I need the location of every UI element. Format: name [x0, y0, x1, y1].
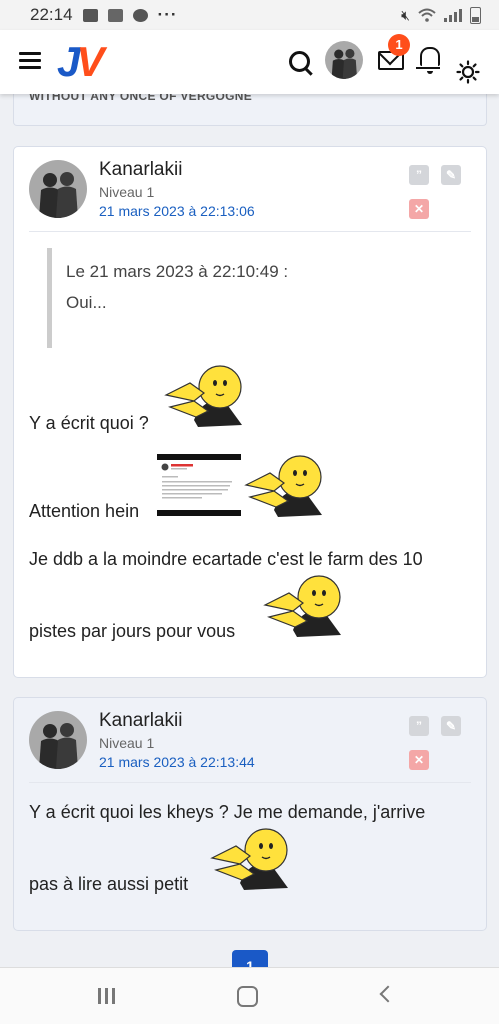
quote-icon[interactable]: ” — [409, 716, 429, 736]
bell-icon[interactable] — [416, 47, 440, 74]
post-text-line: pas à lire aussi petit — [29, 874, 189, 894]
post-date-link[interactable]: 21 mars 2023 à 22:13:06 — [99, 203, 255, 219]
smiley-sticker — [210, 828, 288, 890]
post-text-line: Attention hein — [29, 501, 140, 521]
more-notifications-dots: ··· — [157, 5, 178, 24]
recents-icon[interactable] — [98, 988, 118, 1004]
signal-icon — [444, 8, 462, 22]
status-time: 22:14 — [30, 5, 73, 24]
delete-icon[interactable]: ✕ — [409, 199, 429, 219]
quote-text: Oui... — [66, 293, 107, 312]
post-text-line: pistes par jours pour vous — [29, 621, 236, 641]
notification-badge: 1 — [388, 34, 410, 56]
status-bar: 22:14 ··· 🔇︎ — [0, 0, 499, 30]
app-header: JV 1 — [0, 30, 499, 94]
screenshot-thumbnail[interactable] — [157, 454, 241, 516]
system-navigation-bar — [0, 967, 499, 1024]
edit-icon[interactable]: ✎ — [441, 165, 461, 185]
home-icon[interactable] — [237, 986, 258, 1007]
smiley-sticker — [164, 365, 242, 427]
battery-icon — [470, 6, 481, 24]
post-date-link[interactable]: 21 mars 2023 à 22:13:44 — [99, 754, 255, 770]
jv-logo[interactable]: JV — [57, 38, 104, 86]
post-text-line: Y a écrit quoi les kheys ? Je me demande… — [29, 802, 426, 822]
user-avatar[interactable] — [325, 41, 363, 79]
author-name[interactable]: Kanarlakii — [99, 159, 182, 181]
quote-icon[interactable]: ” — [409, 165, 429, 185]
messenger-icon — [132, 8, 148, 22]
post-text-line: Y a écrit quoi ? — [29, 413, 149, 433]
menu-icon[interactable] — [19, 52, 41, 73]
author-level: Niveau 1 — [99, 735, 155, 751]
mute-icon: 🔇︎ — [401, 6, 410, 23]
post-text-line: Je ddb a la moindre ecartade c'est le fa… — [29, 549, 423, 569]
image-icon — [82, 8, 98, 22]
quote-header: Le 21 mars 2023 à 22:10:49 : — [66, 262, 289, 281]
delete-icon[interactable]: ✕ — [409, 750, 429, 770]
forum-post: Kanarlakii Niveau 1 21 mars 2023 à 22:13… — [13, 146, 487, 678]
author-avatar[interactable] — [29, 160, 87, 218]
post-divider — [29, 782, 471, 783]
author-level: Niveau 1 — [99, 184, 155, 200]
back-icon[interactable] — [379, 985, 397, 1003]
forum-post: Kanarlakii Niveau 1 21 mars 2023 à 22:13… — [13, 697, 487, 931]
search-icon[interactable] — [289, 51, 310, 72]
wifi-icon — [418, 8, 436, 22]
smiley-sticker — [244, 455, 322, 517]
twitter-icon — [107, 8, 123, 22]
smiley-sticker — [263, 575, 341, 637]
author-avatar[interactable] — [29, 711, 87, 769]
author-name[interactable]: Kanarlakii — [99, 710, 182, 732]
quote-block: Le 21 mars 2023 à 22:10:49 : Oui... — [47, 248, 432, 348]
post-divider — [29, 231, 471, 232]
theme-toggle-icon[interactable] — [456, 60, 480, 84]
edit-icon[interactable]: ✎ — [441, 716, 461, 736]
